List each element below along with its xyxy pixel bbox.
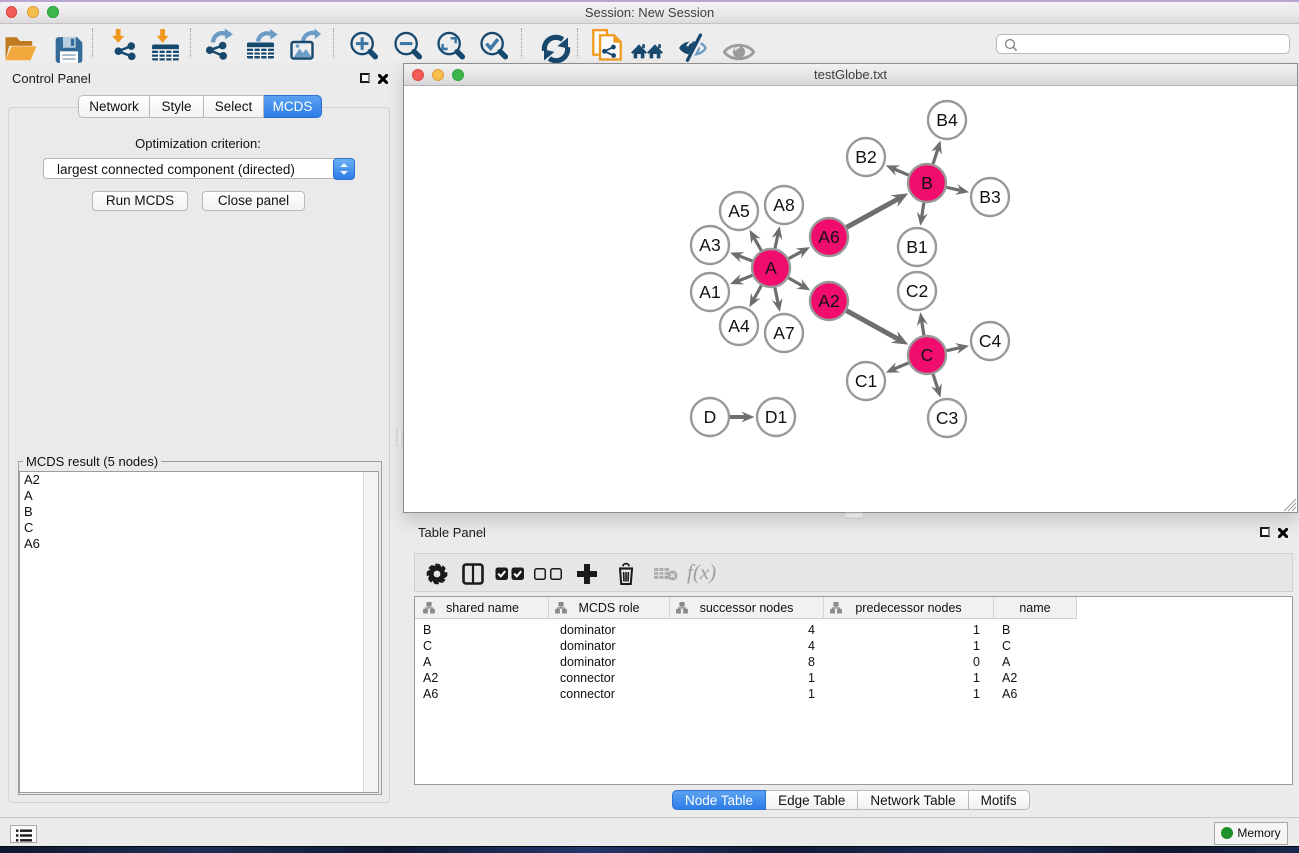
svg-text:B1: B1 — [906, 237, 927, 257]
svg-text:C2: C2 — [906, 281, 928, 301]
svg-text:C4: C4 — [979, 331, 1002, 351]
svg-text:C1: C1 — [855, 371, 877, 391]
svg-text:C3: C3 — [936, 408, 958, 428]
svg-text:B2: B2 — [855, 147, 876, 167]
svg-text:A1: A1 — [699, 282, 720, 302]
svg-text:B: B — [921, 173, 933, 193]
svg-text:B3: B3 — [979, 187, 1000, 207]
svg-text:D1: D1 — [765, 407, 787, 427]
svg-text:C: C — [921, 345, 934, 365]
svg-text:A2: A2 — [818, 291, 839, 311]
svg-text:A3: A3 — [699, 235, 720, 255]
svg-text:B4: B4 — [936, 110, 958, 130]
svg-text:A7: A7 — [773, 323, 794, 343]
svg-text:A4: A4 — [728, 316, 750, 336]
svg-text:A8: A8 — [773, 195, 794, 215]
svg-text:A5: A5 — [728, 201, 749, 221]
svg-text:D: D — [704, 407, 717, 427]
svg-text:A: A — [765, 258, 777, 278]
svg-text:A6: A6 — [818, 227, 839, 247]
